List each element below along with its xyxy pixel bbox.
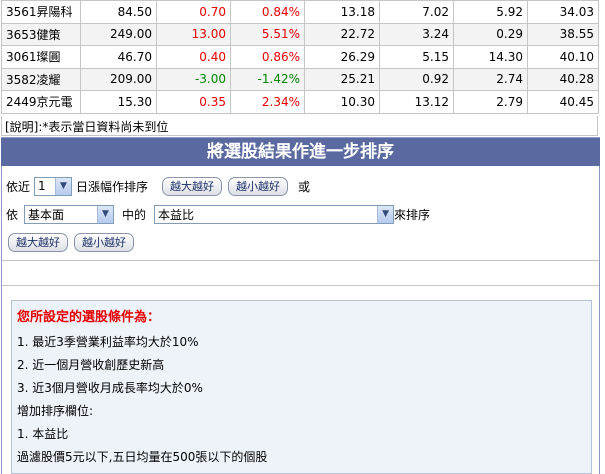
stock-name-link[interactable]: 3653健策 — [6, 28, 61, 42]
chevron-down-icon: ▼ — [97, 205, 114, 223]
stock-name-cell: 3561昇陽科 — [1, 0, 81, 24]
sort1-desc-button[interactable]: 越大越好 — [162, 176, 223, 196]
chevron-down-icon: ▼ — [377, 205, 394, 223]
value-cell: 5.15 — [379, 45, 454, 69]
field-select-value: 本益比 — [158, 207, 195, 222]
change-pct-cell: 0.84% — [230, 0, 305, 24]
value-cell: 2.79 — [453, 90, 528, 114]
sort2-prefix: 依 — [6, 207, 19, 222]
change-pct-cell: 0.86% — [230, 45, 305, 69]
conditions-title: 您所設定的選股條件為： — [17, 310, 161, 325]
stock-name-link[interactable]: 2449京元電 — [6, 95, 73, 109]
sort2-desc-button[interactable]: 越大越好 — [8, 232, 68, 252]
table-row: 3582凌耀 209.00 -3.00 -1.42% 25.21 0.92 2.74 40.2… — [1, 67, 599, 91]
table-row: 2449京元電 15.30 0.35 2.34% 10.30 13.12 2.79 40.45 — [1, 90, 599, 114]
field-select[interactable]: 本益比 ▼ — [154, 204, 395, 224]
sort2-buttons: 越大越好 越小越好 — [8, 232, 140, 252]
value-cell: 13.12 — [379, 90, 454, 114]
chevron-down-icon: ▼ — [55, 177, 72, 195]
value-cell: 0.92 — [379, 67, 454, 91]
value-cell: 40.28 — [527, 67, 599, 91]
table-row: 3653健策 249.00 13.00 5.51% 22.72 3.24 0.29 38.55 — [1, 22, 599, 46]
value-cell: 2.74 — [453, 67, 528, 91]
sort-by-change-row: 依近 1 ▼ 日漲幅作排序 越大越好 越小越好 或 — [6, 175, 310, 197]
value-cell: 14.30 — [453, 45, 528, 69]
section-title: 將選股結果作進一步排序 — [1, 137, 600, 166]
table-row: 3061璨圓 46.70 0.40 0.86% 26.29 5.15 14.30 40.10 — [1, 45, 599, 69]
days-select[interactable]: 1 ▼ — [34, 176, 73, 196]
price-cell: 84.50 — [80, 0, 157, 24]
condition-item: 過濾股價5元以下,五日均量在500張以下的個股 — [17, 450, 268, 464]
divider — [2, 285, 599, 286]
value-cell: 25.21 — [304, 67, 380, 91]
value-cell: 10.30 — [304, 90, 380, 114]
stock-name-link[interactable]: 3561昇陽科 — [6, 5, 73, 19]
data-note: [說明]:*表示當日資料尚未到位 — [1, 116, 598, 136]
table-row: 3561昇陽科 84.50 0.70 0.84% 13.18 7.02 5.92 34.03 — [1, 0, 599, 24]
sort-panel: 依近 1 ▼ 日漲幅作排序 越大越好 越小越好 或 依 基本面 ▼ 中的 本益比… — [1, 166, 600, 474]
stock-name-link[interactable]: 3582凌耀 — [6, 73, 61, 87]
change-pct-cell: 5.51% — [230, 22, 305, 46]
category-select-value: 基本面 — [28, 207, 65, 222]
sort2-suffix: 來排序 — [394, 207, 431, 222]
change-cell: 13.00 — [156, 22, 231, 46]
category-select[interactable]: 基本面 ▼ — [24, 204, 115, 224]
sort1-label: 日漲幅作排序 — [76, 179, 149, 194]
change-pct-cell: -1.42% — [230, 67, 305, 91]
condition-item: 3. 近3個月營收月成長率均大於0% — [17, 381, 203, 395]
stock-name-cell: 2449京元電 — [1, 90, 81, 114]
stock-name-cell: 3582凌耀 — [1, 67, 81, 91]
stock-name-link[interactable]: 3061璨圓 — [6, 50, 61, 64]
value-cell: 0.29 — [453, 22, 528, 46]
sort2-middle: 中的 — [122, 207, 147, 222]
sort1-prefix: 依近 — [6, 179, 31, 194]
value-cell: 7.02 — [379, 0, 454, 24]
price-cell: 15.30 — [80, 90, 157, 114]
value-cell: 40.45 — [527, 90, 599, 114]
value-cell: 34.03 — [527, 0, 599, 24]
value-cell: 38.55 — [527, 22, 599, 46]
value-cell: 22.72 — [304, 22, 380, 46]
value-cell: 40.10 — [527, 45, 599, 69]
value-cell: 26.29 — [304, 45, 380, 69]
change-cell: 0.35 — [156, 90, 231, 114]
condition-item: 1. 本益比 — [17, 427, 69, 441]
sort1-asc-button[interactable]: 越小越好 — [228, 176, 289, 196]
value-cell: 13.18 — [304, 0, 380, 24]
sort1-suffix: 或 — [298, 179, 311, 194]
change-cell: 0.70 — [156, 0, 231, 24]
days-select-value: 1 — [38, 179, 46, 193]
stock-name-cell: 3061璨圓 — [1, 45, 81, 69]
condition-item: 增加排序欄位: — [17, 404, 94, 418]
divider — [2, 260, 599, 261]
condition-item: 1. 最近3季營業利益率均大於10% — [17, 335, 199, 349]
change-pct-cell: 2.34% — [230, 90, 305, 114]
stock-results-table: 3561昇陽科 84.50 0.70 0.84% 13.18 7.02 5.92 34.03 3… — [1, 0, 599, 114]
change-cell: 0.40 — [156, 45, 231, 69]
value-cell: 3.24 — [379, 22, 454, 46]
conditions-box: 您所設定的選股條件為： 1. 最近3季營業利益率均大於10% 2. 近一個月營收… — [11, 300, 592, 474]
sort-by-field-row: 依 基本面 ▼ 中的 本益比 ▼ 來排序 — [6, 203, 430, 225]
change-cell: -3.00 — [156, 67, 231, 91]
stock-screener-page: 3561昇陽科 84.50 0.70 0.84% 13.18 7.02 5.92 34.03 3… — [0, 0, 605, 474]
price-cell: 249.00 — [80, 22, 157, 46]
stock-name-cell: 3653健策 — [1, 22, 81, 46]
sort2-asc-button[interactable]: 越小越好 — [74, 232, 134, 252]
value-cell: 5.92 — [453, 0, 528, 24]
price-cell: 46.70 — [80, 45, 157, 69]
price-cell: 209.00 — [80, 67, 157, 91]
condition-item: 2. 近一個月營收創歷史新高 — [17, 358, 165, 372]
